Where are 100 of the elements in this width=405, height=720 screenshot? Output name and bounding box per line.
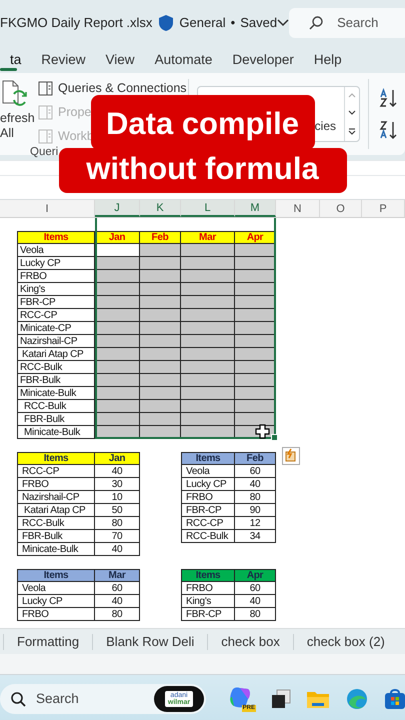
task-view-icon[interactable] <box>271 688 291 708</box>
table-cell: Lucky CP <box>181 478 235 491</box>
ribbon-tab[interactable]: Developer <box>222 45 304 73</box>
table-cell <box>181 244 235 257</box>
table-cell <box>235 309 276 322</box>
paste-options-icon[interactable] <box>282 447 300 465</box>
table-cell <box>140 244 181 257</box>
table-cell <box>140 335 181 348</box>
table-cell: Nazirshail-CP <box>17 491 95 504</box>
table-cell: FRBO <box>17 478 95 491</box>
table-cell <box>140 283 181 296</box>
ribbon-tab[interactable]: Help <box>304 45 352 73</box>
ribbon-tab[interactable]: Automate <box>144 45 222 73</box>
sort-a-z-icon[interactable] <box>379 88 399 108</box>
table-cell <box>181 335 235 348</box>
header-cell: Mar <box>95 569 140 582</box>
header-cell: Apr <box>235 231 276 244</box>
table-cell: 70 <box>95 530 140 543</box>
more-icon[interactable] <box>348 128 356 135</box>
table-cell: 12 <box>235 517 276 530</box>
panel-icon <box>38 128 53 144</box>
table-cell <box>235 361 276 374</box>
table-cell: FRBO <box>181 491 235 504</box>
table-cell: RCC-Bulk <box>17 517 95 530</box>
table-cell <box>181 400 235 413</box>
ribbon-tab[interactable]: Review <box>31 45 96 73</box>
ribbon-tab[interactable]: View <box>96 45 145 73</box>
table-cell <box>181 322 235 335</box>
table-cell <box>140 322 181 335</box>
column-header[interactable]: K <box>140 200 181 217</box>
sheet-tab[interactable]: Formatting <box>3 634 92 650</box>
table-cell <box>140 361 181 374</box>
table-cell: 80 <box>95 608 140 621</box>
table-cell: Veola <box>181 465 235 478</box>
table-cell <box>181 348 235 361</box>
scroll-down-icon[interactable] <box>348 110 356 116</box>
header-cell: Jan <box>95 452 140 465</box>
column-header[interactable]: N <box>276 200 320 217</box>
column-header[interactable]: M <box>235 200 276 217</box>
header-cell: Items <box>17 231 95 244</box>
table-cell: 50 <box>95 504 140 517</box>
table-cell <box>181 283 235 296</box>
table-cell: Katari Atap CP <box>17 348 95 361</box>
table-cell: Minicate-Bulk <box>17 387 95 400</box>
refresh-all-button[interactable]: efresh All <box>0 79 35 145</box>
table-cell: 40 <box>235 595 276 608</box>
table-cell: FRBO <box>17 270 95 283</box>
table-cell: FBR-CP <box>181 608 235 621</box>
table-cell <box>140 348 181 361</box>
table-cell: 34 <box>235 530 276 543</box>
header-cell: Feb <box>140 231 181 244</box>
sensitivity-label[interactable]: General <box>179 15 226 30</box>
table-cell: 40 <box>235 478 276 491</box>
column-header[interactable]: J <box>95 200 140 217</box>
header-cell: Items <box>181 569 235 582</box>
column-header[interactable]: L <box>181 200 235 217</box>
table-cell: Veola <box>17 582 95 595</box>
table-cell: FBR-Bulk <box>17 413 95 426</box>
table-cell: 40 <box>95 465 140 478</box>
sort-z-a-icon[interactable] <box>379 120 399 140</box>
panel-icon <box>38 104 53 120</box>
table-cell: FBR-CP <box>17 296 95 309</box>
header-cell: Items <box>17 452 95 465</box>
table-cell: King's <box>181 595 235 608</box>
header-cell: Items <box>17 569 95 582</box>
column-header[interactable]: O <box>320 200 362 217</box>
ribbon-command[interactable]: Queries & Connections <box>38 79 187 97</box>
store-icon[interactable] <box>384 688 405 710</box>
sheet-tab[interactable]: check box <box>207 634 293 650</box>
header-cell: Apr <box>235 569 276 582</box>
caption-banner: Data compile <box>90 95 314 150</box>
table-cell: FBR-Bulk <box>17 374 95 387</box>
header-cell: Mar <box>181 231 235 244</box>
table-cell: RCC-CP <box>181 517 235 530</box>
table-cell: 60 <box>235 465 276 478</box>
table-cell: FRBO <box>181 582 235 595</box>
search-field[interactable]: Search <box>289 8 405 38</box>
table-cell: 40 <box>95 543 140 556</box>
chevron-down-icon[interactable] <box>277 18 290 26</box>
table-cell: Lucky CP <box>17 595 95 608</box>
table-cell: 80 <box>235 491 276 504</box>
header-cell: Jan <box>95 231 140 244</box>
table-cell: Minicate-CP <box>17 322 95 335</box>
ribbon-tab[interactable]: ta <box>0 45 32 73</box>
table-cell: King's <box>17 283 95 296</box>
table-cell: 60 <box>235 582 276 595</box>
table-cell <box>181 387 235 400</box>
sheet-tab[interactable]: check box (2) <box>292 634 398 650</box>
sheet-tab[interactable]: Blank Row Deli <box>92 634 208 650</box>
column-header[interactable]: P <box>362 200 405 217</box>
table-cell <box>235 322 276 335</box>
table-cell <box>181 413 235 426</box>
table-cell <box>140 413 181 426</box>
panel-icon[interactable] <box>38 80 53 96</box>
table-cell <box>181 257 235 270</box>
table-cell: FBR-Bulk <box>17 530 95 543</box>
table-cell <box>140 309 181 322</box>
fill-handle[interactable] <box>271 434 278 441</box>
table-cell <box>181 296 235 309</box>
table-cell <box>140 270 181 283</box>
